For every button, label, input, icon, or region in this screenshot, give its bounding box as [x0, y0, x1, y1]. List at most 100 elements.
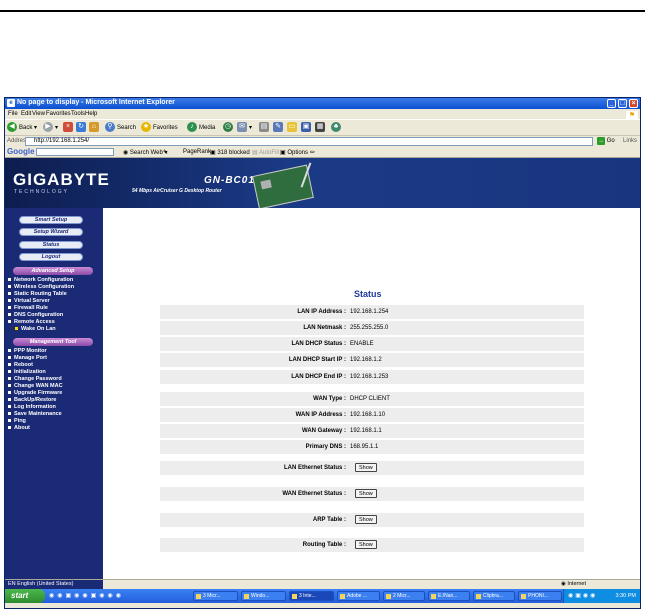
sidebar: Smart Setup Setup Wizard Status Logout A…: [5, 208, 103, 579]
back-arrow-icon: ◀: [7, 122, 17, 133]
messenger-button[interactable]: ▦: [315, 122, 327, 134]
nav-upgrade-firmware[interactable]: Upgrade Firmware: [8, 390, 62, 396]
nav-network-configuration[interactable]: Network Configuration: [8, 277, 73, 283]
nav-about[interactable]: About: [8, 425, 30, 431]
menu-tools[interactable]: Tools: [71, 111, 85, 117]
people-button[interactable]: ♣: [331, 122, 343, 134]
nav-manage-port[interactable]: Manage Port: [8, 355, 47, 361]
nav-static-routing-table[interactable]: Static Routing Table: [8, 291, 67, 297]
google-search-input[interactable]: [36, 148, 114, 156]
status-row: LAN DHCP End IP : 192.168.1.253: [160, 370, 584, 384]
popup-blocked-button[interactable]: ▣ 318 blocked: [210, 149, 250, 156]
lan-ethernet-status-label: LAN Ethernet Status :: [283, 465, 346, 471]
edit-button[interactable]: ✎: [273, 122, 285, 134]
stop-button[interactable]: ×: [63, 122, 75, 134]
autofill-button[interactable]: ▤ AutoFill: [252, 149, 279, 156]
maximize-icon[interactable]: □: [618, 99, 627, 108]
menu-favorites[interactable]: Favorites: [46, 111, 71, 117]
back-button[interactable]: ◀ Back ▾: [7, 122, 37, 134]
taskbar-item[interactable]: PHONI...: [518, 591, 562, 601]
nav-change-wan-mac[interactable]: Change WAN MAC: [8, 383, 63, 389]
nav-ping[interactable]: Ping: [8, 418, 26, 424]
menu-edit[interactable]: Edit: [21, 111, 31, 117]
language-indicator[interactable]: EN English (United States): [5, 580, 103, 589]
media-button[interactable]: ♪ Media: [187, 122, 215, 134]
forward-button[interactable]: ▶ ▾: [43, 122, 58, 134]
pencil-icon[interactable]: ✏: [310, 149, 315, 156]
nav-virtual-server[interactable]: Virtual Server: [8, 298, 50, 304]
nav-firewall-rule[interactable]: Firewall Rule: [8, 305, 48, 311]
tray-icons[interactable]: ◉▣◉◉: [568, 592, 597, 599]
taskbar-item[interactable]: E:/Nan...: [428, 591, 470, 601]
arp-table-show-button[interactable]: Show: [355, 515, 377, 524]
nav-log-information[interactable]: Log Information: [8, 404, 56, 410]
status-content: Status LAN IP Address : 192.168.1.254 LA…: [103, 208, 640, 579]
nav-ppp-monitor[interactable]: PPP Monitor: [8, 348, 47, 354]
logout-button[interactable]: Logout: [19, 253, 83, 261]
nav-wireless-configuration[interactable]: Wireless Configuration: [8, 284, 74, 290]
standard-toolbar: ◀ Back ▾ ▶ ▾ × ↻ ⌂ ⚲ Search ★ Favorites ♪ Med…: [5, 119, 640, 136]
taskbar-item[interactable]: 3 Inte...: [289, 591, 334, 601]
lan-netmask-value: 255.255.255.0: [350, 325, 389, 331]
search-web-button[interactable]: ◉ Search Web ▾: [123, 149, 168, 156]
taskbar-item[interactable]: 2 Micr...: [383, 591, 425, 601]
google-logo: Google: [7, 147, 35, 156]
highlight-icon[interactable]: ✎: [163, 149, 168, 156]
address-input[interactable]: http://192.168.1.254/: [25, 137, 593, 146]
taskbar-item[interactable]: Adobe ...: [337, 591, 380, 601]
nav-backup-restore[interactable]: BackUp/Restore: [8, 397, 57, 403]
wan-ethernet-show-button[interactable]: Show: [355, 489, 377, 498]
nav-wake-on-lan[interactable]: Wake On Lan: [15, 326, 56, 332]
lan-ethernet-show-button[interactable]: Show: [355, 463, 377, 472]
start-button[interactable]: start: [5, 589, 45, 603]
menu-help[interactable]: Help: [85, 111, 97, 117]
address-bar: Address http://192.168.1.254/ → Go Links: [5, 136, 640, 147]
nav-initialization[interactable]: Initialization: [8, 369, 46, 375]
menu-file[interactable]: File: [8, 111, 18, 117]
nav-dns-configuration[interactable]: DNS Configuration: [8, 312, 63, 318]
title-bar[interactable]: e No page to display - Microsoft Interne…: [5, 98, 640, 109]
quick-launch-icons[interactable]: ◉◉▣◉◉▣◉◉◉: [49, 592, 124, 599]
router-page: GIGABYTE TECHNOLOGY GN-BC01 54 Mbps AirC…: [5, 158, 640, 579]
model-description: 54 Mbps AirCruiser G Desktop Router: [132, 188, 222, 194]
nav-save-maintenance[interactable]: Save Maintenance: [8, 411, 62, 417]
model-name: GN-BC01: [204, 175, 255, 186]
clock: 3:30 PM: [615, 593, 636, 599]
mail-button[interactable]: ✉ ▾: [237, 122, 252, 134]
menu-bar: File Edit View Favorites Tools Help ⚑: [5, 109, 640, 121]
ie-window: e No page to display - Microsoft Interne…: [4, 97, 641, 609]
research-button[interactable]: ▣: [301, 122, 313, 134]
google-toolbar: Google ◉ Search Web ▾ ✎ PageRank ▣ 318 b…: [5, 147, 640, 158]
nav-change-password[interactable]: Change Password: [8, 376, 62, 382]
wan-gateway-label: WAN Gateway :: [301, 428, 346, 434]
favorites-button[interactable]: ★ Favorites: [141, 122, 178, 134]
stop-icon: ×: [63, 122, 73, 133]
go-arrow-icon: →: [597, 137, 605, 145]
refresh-button[interactable]: ↻: [76, 122, 88, 134]
wan-type-label: WAN Type :: [313, 396, 346, 402]
history-button[interactable]: ◷: [223, 122, 235, 134]
nav-remote-access[interactable]: Remote Access: [8, 319, 55, 325]
taskbar-item[interactable]: Clipbra...: [473, 591, 515, 601]
status-row: Primary DNS : 168.95.1.1: [160, 440, 584, 454]
smart-setup-button[interactable]: Smart Setup: [19, 216, 83, 224]
nav-reboot[interactable]: Reboot: [8, 362, 33, 368]
links-label[interactable]: Links: [623, 138, 637, 144]
routing-table-show-button[interactable]: Show: [355, 540, 377, 549]
menu-view[interactable]: View: [32, 111, 45, 117]
setup-wizard-button[interactable]: Setup Wizard: [19, 228, 83, 236]
status-button[interactable]: Status: [19, 241, 83, 249]
folder-button[interactable]: ▭: [287, 122, 299, 134]
print-button[interactable]: ▤: [259, 122, 271, 134]
taskbar-item[interactable]: 3 Micr...: [193, 591, 238, 601]
search-button[interactable]: ⚲ Search: [105, 122, 136, 134]
system-tray: ◉▣◉◉ 3:30 PM: [563, 589, 640, 603]
close-icon[interactable]: ×: [629, 99, 638, 108]
home-button[interactable]: ⌂: [89, 122, 101, 134]
go-button[interactable]: → Go: [597, 137, 615, 145]
minimize-icon[interactable]: _: [607, 99, 616, 108]
taskbar-item[interactable]: Windo...: [241, 591, 286, 601]
options-button[interactable]: ▣ Options: [280, 149, 308, 156]
wan-type-value: DHCP CLIENT: [350, 396, 390, 402]
pagerank-indicator[interactable]: PageRank: [183, 149, 211, 155]
